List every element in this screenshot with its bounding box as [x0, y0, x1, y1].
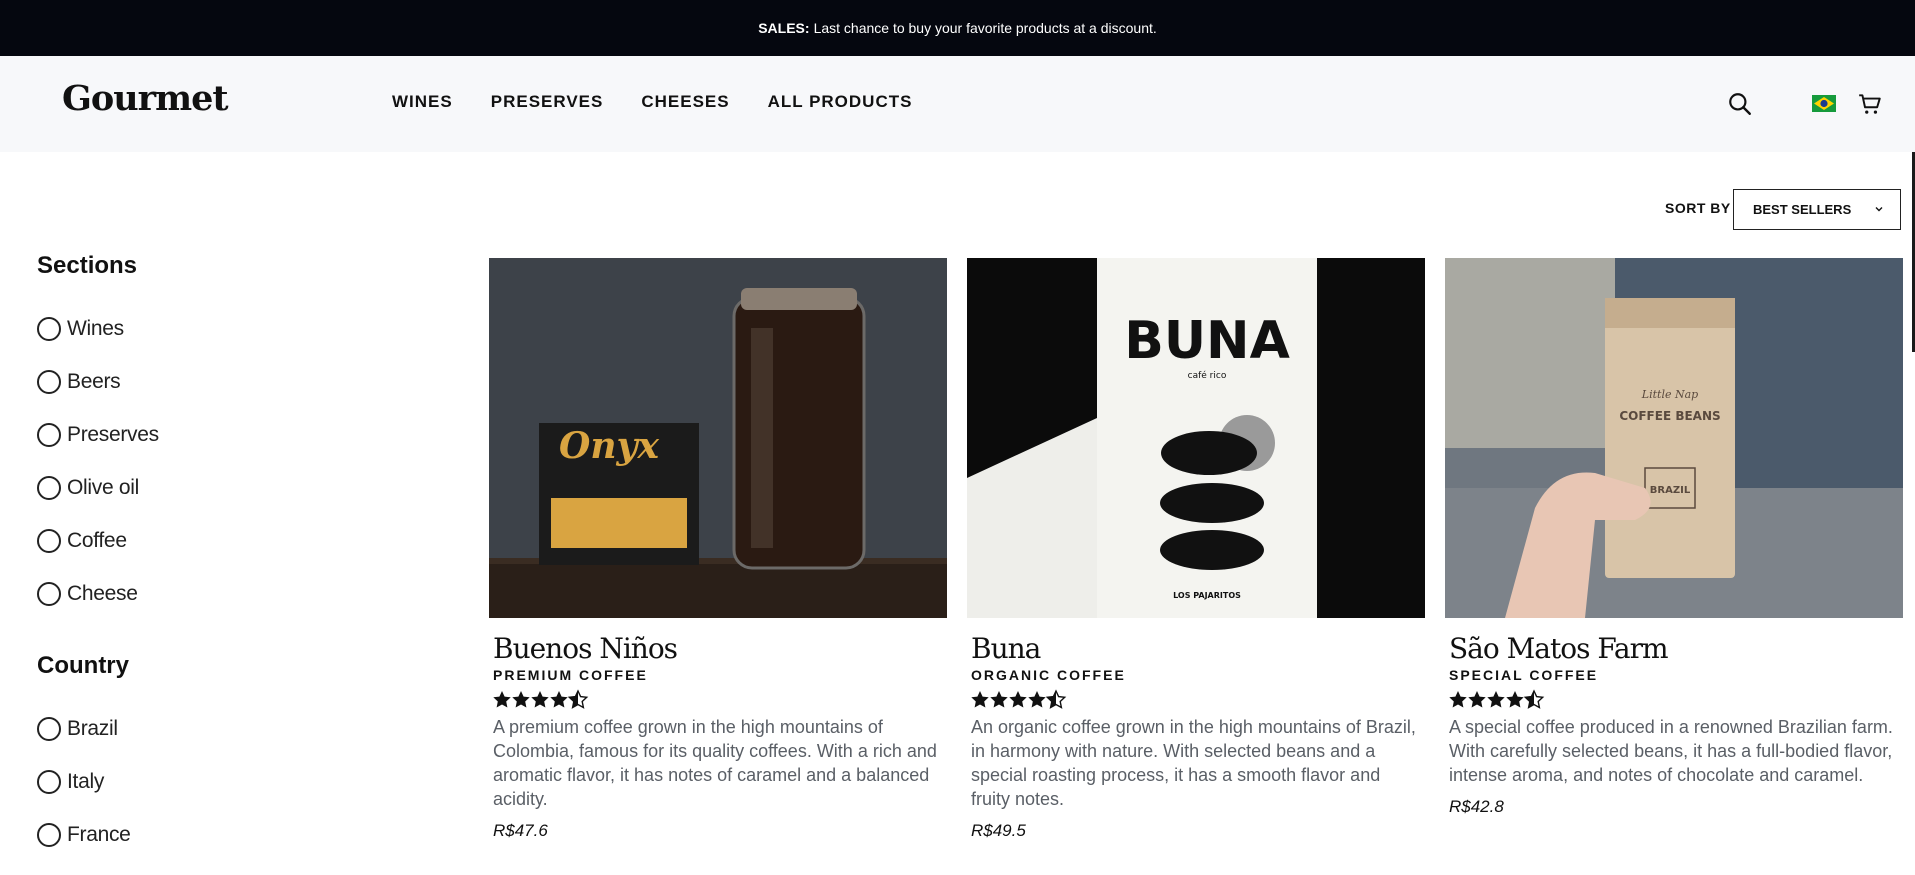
- product-image-text: COFFEE BEANS: [1619, 409, 1720, 423]
- nav-item-all-products[interactable]: ALL PRODUCTS: [768, 92, 913, 112]
- filter-option-olive-oil[interactable]: Olive oil: [37, 461, 159, 514]
- product-name[interactable]: São Matos Farm: [1449, 632, 1899, 665]
- product-image[interactable]: Little Nap COFFEE BEANS BRAZIL: [1445, 258, 1903, 618]
- filter-option-wines[interactable]: Wines: [37, 302, 159, 355]
- sort-select-value: BEST SELLERS: [1753, 202, 1852, 217]
- filter-option-cheese[interactable]: Cheese: [37, 567, 159, 620]
- search-icon[interactable]: [1727, 91, 1753, 117]
- filter-option-label: Preserves: [67, 422, 159, 446]
- product-image[interactable]: BUNA café rico LOS PAJARITOS: [967, 258, 1425, 618]
- radio-button[interactable]: [37, 422, 61, 447]
- star-rating: [1449, 689, 1899, 711]
- radio-button[interactable]: [37, 581, 61, 606]
- filter-option-label: Brazil: [67, 716, 118, 740]
- radio-button[interactable]: [37, 475, 61, 500]
- radio-button[interactable]: [37, 716, 61, 741]
- nav-item-wines[interactable]: WINES: [392, 92, 453, 112]
- product-price: R$47.6: [493, 821, 548, 840]
- star-rating: [971, 689, 1421, 711]
- filter-option-label: Italy: [67, 769, 105, 793]
- product-image-text: BUNA: [1124, 311, 1290, 371]
- product-type: ORGANIC COFFEE: [971, 667, 1126, 683]
- announcement-label: SALES:: [758, 20, 810, 36]
- radio-button[interactable]: [37, 822, 61, 847]
- product-type: SPECIAL COFFEE: [1449, 667, 1599, 683]
- filter-group-country: Country Brazil Italy France: [37, 652, 159, 861]
- filter-option-label: Coffee: [67, 528, 127, 552]
- product-image-sub: café rico: [1188, 370, 1227, 381]
- product-image-text: Onyx: [559, 425, 659, 467]
- product-card[interactable]: Little Nap COFFEE BEANS BRAZIL São Matos…: [1445, 258, 1903, 841]
- product-name[interactable]: Buenos Niños: [493, 632, 943, 665]
- product-card[interactable]: BUNA café rico LOS PAJARITOS Buna ORGANI…: [967, 258, 1425, 841]
- filter-option-label: France: [67, 822, 131, 846]
- site-header: Gourmet WINES PRESERVES CHEESES ALL PROD…: [0, 56, 1915, 152]
- product-image[interactable]: Onyx: [489, 258, 947, 618]
- filter-option-label: Olive oil: [67, 475, 139, 499]
- filter-title-sections: Sections: [37, 252, 138, 279]
- announcement-bar: SALES: Last chance to buy your favorite …: [0, 0, 1915, 56]
- sort-select[interactable]: BEST SELLERS: [1733, 189, 1901, 230]
- product-image-brand: Little Nap: [1641, 388, 1698, 401]
- product-description: A special coffee produced in a renowned …: [1449, 717, 1893, 785]
- filter-option-label: Cheese: [67, 581, 138, 605]
- filter-option-brazil[interactable]: Brazil: [37, 702, 159, 755]
- logo[interactable]: Gourmet: [62, 78, 229, 119]
- product-description: An organic coffee grown in the high moun…: [971, 717, 1416, 809]
- product-image-sub: BRAZIL: [1650, 485, 1691, 496]
- sort-by-label: SORT BY: [1665, 200, 1731, 216]
- filter-option-france[interactable]: France: [37, 808, 159, 861]
- nav-item-cheeses[interactable]: CHEESES: [641, 92, 729, 112]
- filter-group-sections: Sections Wines Beers Preserves Olive oil…: [37, 252, 159, 620]
- radio-button[interactable]: [37, 528, 61, 553]
- announcement-text: Last chance to buy your favorite product…: [813, 20, 1157, 36]
- product-price: R$42.8: [1449, 797, 1504, 816]
- filter-option-preserves[interactable]: Preserves: [37, 408, 159, 461]
- product-type: PREMIUM COFFEE: [493, 667, 648, 683]
- product-card[interactable]: Onyx Buenos Niños PREMIUM COFFEE A premi…: [489, 258, 947, 841]
- product-price: R$49.5: [971, 821, 1026, 840]
- product-grid: Onyx Buenos Niños PREMIUM COFFEE A premi…: [489, 258, 1903, 841]
- main-nav: WINES PRESERVES CHEESES ALL PRODUCTS: [392, 92, 912, 112]
- filter-option-coffee[interactable]: Coffee: [37, 514, 159, 567]
- radio-button[interactable]: [37, 769, 61, 794]
- cart-icon[interactable]: [1857, 91, 1883, 117]
- radio-button[interactable]: [37, 369, 61, 394]
- filter-option-label: Wines: [67, 316, 124, 340]
- star-rating: [493, 689, 943, 711]
- radio-button[interactable]: [37, 316, 61, 341]
- filter-option-beers[interactable]: Beers: [37, 355, 159, 408]
- product-name[interactable]: Buna: [971, 632, 1421, 665]
- filter-option-italy[interactable]: Italy: [37, 755, 159, 808]
- product-description: A premium coffee grown in the high mount…: [493, 717, 937, 809]
- filter-title-country: Country: [37, 652, 129, 679]
- chevron-down-icon: [1875, 207, 1883, 212]
- filters-sidebar: Sections Wines Beers Preserves Olive oil…: [37, 252, 159, 875]
- filter-option-label: Beers: [67, 369, 121, 393]
- product-image-footer: LOS PAJARITOS: [1173, 591, 1241, 600]
- nav-item-preserves[interactable]: PRESERVES: [491, 92, 604, 112]
- brazil-flag-icon[interactable]: [1812, 95, 1836, 112]
